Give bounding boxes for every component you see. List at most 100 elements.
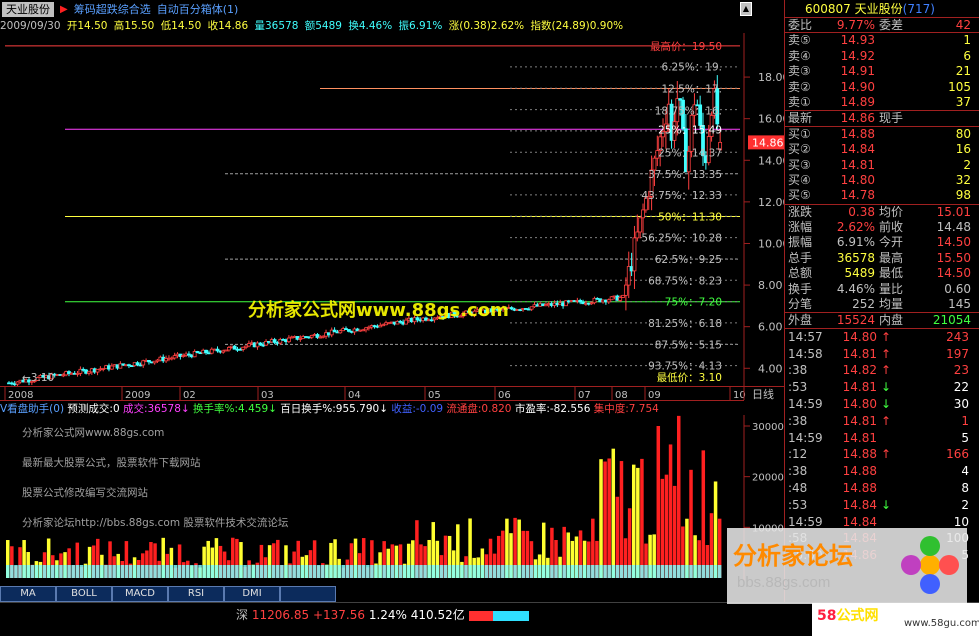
volume-bar-base xyxy=(267,565,272,578)
volume-bar xyxy=(631,464,636,578)
trade-cell-2 xyxy=(877,430,895,447)
volume-bar-base xyxy=(382,565,386,578)
ask-row-cell-1: 14.89 xyxy=(840,94,875,109)
date-label: 06 xyxy=(498,390,511,400)
tab-blank[interactable] xyxy=(280,586,336,602)
volume-note: 股票公式修改编写交流网站 xyxy=(22,486,148,499)
volume-bar xyxy=(713,481,718,578)
volume-bar-base xyxy=(394,565,399,578)
volume-bar-base xyxy=(51,565,55,578)
stat-row-cell-3: 15.50 xyxy=(936,250,971,265)
candlestick-chart[interactable]: 18.00 16.00 14.00 12.00 10.00 8.00 6.00 4.00 14.… xyxy=(0,33,784,386)
volume-bar xyxy=(701,450,706,578)
volume-bar-base xyxy=(202,565,206,578)
ask-row: 卖② 14.90 105 xyxy=(785,80,979,95)
volume-bar-base xyxy=(681,565,685,578)
volume-indicator-2: 换手率%:4.459↓ xyxy=(193,403,281,415)
stat-row-cell-3: 14.50 xyxy=(936,235,971,250)
volume-bar xyxy=(668,444,673,578)
volume-bar-base xyxy=(423,565,427,578)
volume-bar-base xyxy=(120,565,125,578)
tab-rsi[interactable]: RSI xyxy=(168,586,224,602)
trade-cell-1: 14.81 xyxy=(842,346,877,361)
volume-bar xyxy=(660,478,665,578)
stat-row-cell-3: 15.01 xyxy=(936,204,971,219)
volume-bar-base xyxy=(14,565,18,578)
volume-bar-base xyxy=(570,565,575,578)
tab-ma[interactable]: MA xyxy=(0,586,56,602)
last-label: 最新 xyxy=(788,111,813,126)
bid-row-cell-3: 80 xyxy=(955,126,971,141)
stock-name-tab[interactable]: 天业股份 xyxy=(2,1,54,17)
tab-boll[interactable]: BOLL xyxy=(56,586,112,602)
volume-bar-base xyxy=(472,565,476,578)
candle-body xyxy=(638,217,643,233)
volume-bar-base xyxy=(366,565,370,578)
volume-bar-base xyxy=(263,565,268,578)
trade-cell-3: 197 xyxy=(946,346,969,361)
trade-cell-2: ↑ xyxy=(880,413,892,428)
ask-row-cell-2 xyxy=(875,95,915,110)
bid-row: 买④ 14.80 32 xyxy=(785,173,979,188)
stat-row: 振幅 6.91% 今开 14.50 xyxy=(785,235,979,250)
trade-cell-2: ↓ xyxy=(880,497,892,512)
ask-row-cell-3: 6 xyxy=(963,48,971,63)
bid-row-cell-3: 32 xyxy=(955,172,971,187)
box-low-label: 最低价：3.10 xyxy=(657,371,722,384)
order-ratio-row: 委比 9.77% 委差 42 xyxy=(785,18,979,34)
ask-row-cell-0: 卖② xyxy=(788,79,811,94)
volume-chart[interactable]: 300000200000100000分析家公式网www.88gs.com最新最大… xyxy=(0,415,784,585)
trade-cell-2: ↑ xyxy=(880,447,892,462)
trade-row: :38 14.82 ↑ 23 xyxy=(785,362,979,379)
volume-indicator-0: 预测成交:0 xyxy=(67,403,123,415)
inner-label: 内盘 xyxy=(879,313,904,328)
scroll-up-icon[interactable]: ▲ xyxy=(740,2,752,16)
volume-bar-base xyxy=(149,565,153,578)
high-value: 高15.50 xyxy=(113,20,155,32)
tab-macd[interactable]: MACD xyxy=(112,586,168,602)
volume-bar-base xyxy=(104,565,108,578)
trade-cell-1: 14.88 xyxy=(842,447,877,462)
bid-row-cell-0: 买④ xyxy=(788,172,811,187)
volume-bar-base xyxy=(701,565,706,578)
volume-bar-base xyxy=(247,565,251,578)
stat-row: 涨幅 2.62% 前收 14.48 xyxy=(785,220,979,235)
play-arrow-icon[interactable]: ▶ xyxy=(60,4,68,15)
trade-cell-0: :38 xyxy=(788,464,808,479)
ask-row-cell-1: 14.93 xyxy=(840,33,875,48)
trade-row: 14:57 14.80 ↑ 243 xyxy=(785,329,979,346)
date-label: 07 xyxy=(578,390,591,400)
volume-bar-base xyxy=(713,565,718,578)
box-level-label: 43.75%：12.33 xyxy=(641,190,722,202)
trade-row: 14:59 14.81 5 xyxy=(785,430,979,447)
outer-value: 15524 xyxy=(836,313,875,328)
low-value: 低14.50 xyxy=(160,20,202,32)
date-axis: 2008 2009 02 03 04 05 06 07 08 09 10 日线 xyxy=(0,386,784,400)
tab-dmi[interactable]: DMI xyxy=(224,586,280,602)
trade-row: 14:58 14.81 ↑ 197 xyxy=(785,346,979,363)
volume-tick-label: 300000 xyxy=(752,422,784,433)
bid-row-cell-3: 16 xyxy=(955,142,971,157)
volume-bar-base xyxy=(300,565,305,578)
volume-bar-base xyxy=(705,565,710,578)
volume-bar xyxy=(603,461,607,578)
bid-row-cell-0: 买⑤ xyxy=(788,188,811,203)
volume-bar-base xyxy=(292,565,296,578)
bid-row-cell-1: 14.80 xyxy=(840,172,875,187)
volume-bar-base xyxy=(206,565,210,578)
stat-row: 涨跌 0.38 均价 15.01 xyxy=(785,205,979,220)
volume-bar-base xyxy=(353,565,358,578)
box-level-label: 6.25%：19. xyxy=(661,62,722,74)
formula-link-1[interactable]: 筹码超跌综合选 xyxy=(74,1,151,17)
bid-row-cell-2 xyxy=(875,158,915,173)
volume-bar-base xyxy=(255,565,260,578)
volume-bar-base xyxy=(627,565,632,578)
formula-link-2[interactable]: 自动百分箱体(1) xyxy=(157,1,239,17)
date-label: 04 xyxy=(348,390,361,400)
volume-bar-base xyxy=(136,565,141,578)
volume-bar-base xyxy=(427,565,431,578)
volume-bar-base xyxy=(603,565,607,578)
volume-panel-title[interactable]: V看盘助手(0) xyxy=(0,403,64,415)
price-tick-label: 18.00 xyxy=(758,71,784,84)
volume-bar-base xyxy=(697,565,701,578)
